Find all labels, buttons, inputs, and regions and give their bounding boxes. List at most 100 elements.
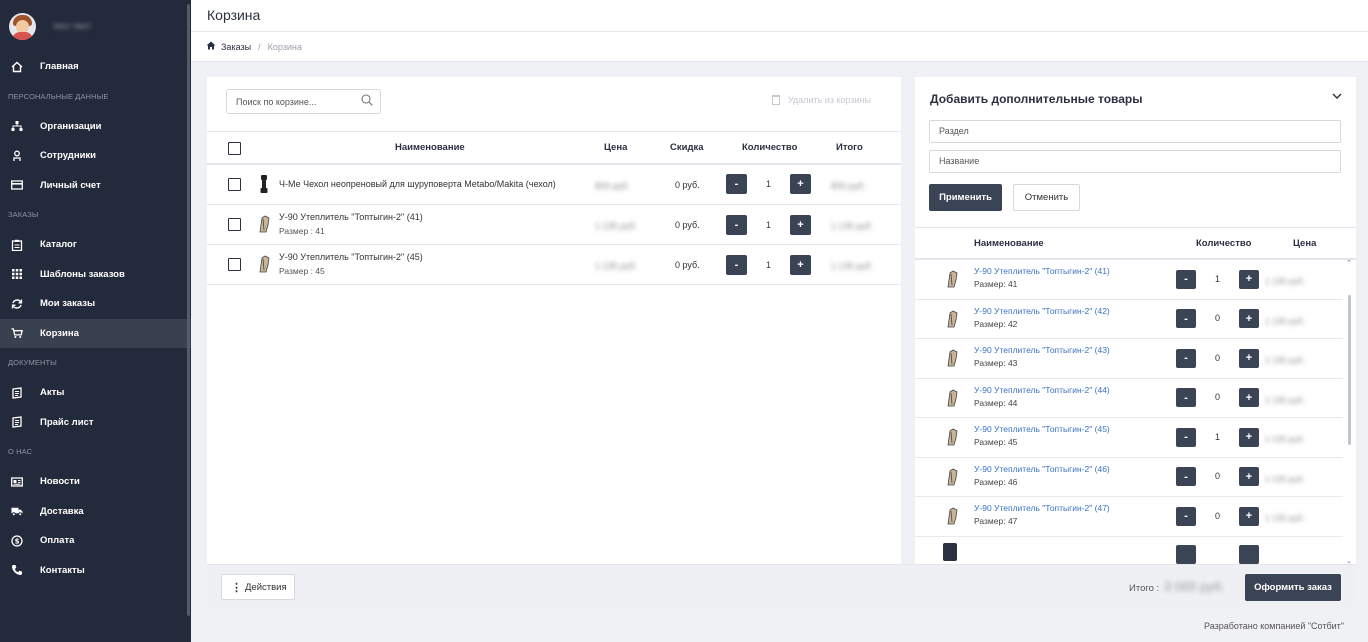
sidebar-item-home[interactable]: Главная <box>0 52 191 82</box>
checkout-button[interactable]: Оформить заказ <box>1245 574 1341 601</box>
extra-list-scrollbar[interactable]: ⌃ ⌄ <box>1346 260 1352 565</box>
product-link[interactable]: У-90 Утеплитель "Топтыгин-2" (41) <box>974 266 1110 276</box>
quantity-input[interactable]: 0 <box>1196 388 1239 407</box>
increase-button[interactable]: + <box>790 215 811 235</box>
refresh-icon <box>11 298 23 310</box>
chevron-down-icon[interactable] <box>1332 91 1342 101</box>
decrease-button[interactable]: - <box>1176 388 1196 407</box>
increase-button[interactable]: + <box>1239 467 1259 486</box>
product-thumbnail[interactable] <box>257 215 271 233</box>
increase-button[interactable]: + <box>790 174 811 194</box>
developer-credit[interactable]: Разработано компанией "Сотбит" <box>1204 621 1344 631</box>
product-link[interactable]: У-90 Утеплитель "Топтыгин-2" (43) <box>974 345 1110 355</box>
sidebar-item-account[interactable]: Личный счет <box>0 171 191 201</box>
row-checkbox[interactable] <box>228 178 241 191</box>
sidebar-item-pricelist[interactable]: Прайс лист <box>0 408 191 438</box>
quantity-input[interactable]: 0 <box>1196 467 1239 486</box>
sidebar-item-delivery[interactable]: Доставка <box>0 497 191 527</box>
product-total: 800 руб. <box>831 181 866 191</box>
sidebar-item-acts[interactable]: Акты <box>0 378 191 408</box>
sidebar-item-contacts[interactable]: Контакты <box>0 556 191 586</box>
increase-button[interactable]: + <box>1239 309 1259 328</box>
product-link[interactable]: У-90 Утеплитель "Топтыгин-2" (46) <box>974 464 1110 474</box>
increase-button[interactable]: + <box>1239 506 1259 526</box>
quantity-input[interactable]: 1 <box>1196 427 1239 447</box>
sidebar-item-catalog[interactable]: Каталог <box>0 230 191 260</box>
quantity-stepper <box>1176 545 1259 564</box>
product-name[interactable]: Ч-Ме Чехол неопреновый для шуруповерта M… <box>279 179 556 189</box>
product-name[interactable]: У-90 Утеплитель "Топтыгин-2" (41) <box>279 212 423 222</box>
product-link[interactable]: У-90 Утеплитель "Топтыгин-2" (42) <box>974 306 1110 316</box>
col-name: Наименование <box>974 238 1044 249</box>
product-link[interactable]: У-90 Утеплитель "Топтыгин-2" (44) <box>974 385 1110 395</box>
increase-button[interactable]: + <box>1239 427 1259 447</box>
sidebar-item-payment[interactable]: $ Оплата <box>0 526 191 556</box>
sidebar-item-my-orders[interactable]: Мои заказы <box>0 289 191 319</box>
actions-label: Действия <box>245 581 287 593</box>
sidebar-item-templates[interactable]: Шаблоны заказов <box>0 260 191 290</box>
quantity-input[interactable]: 0 <box>1196 309 1239 328</box>
product-thumbnail[interactable] <box>257 175 271 193</box>
quantity-input[interactable]: 1 <box>1196 269 1239 289</box>
sidebar-item-label: Мои заказы <box>40 298 96 310</box>
decrease-button[interactable]: - <box>1176 309 1196 328</box>
list-item: У-90 Утеплитель "Топтыгин-2" (45) Размер… <box>915 418 1343 458</box>
quantity-input[interactable]: 1 <box>747 215 790 235</box>
sidebar-item-label: Контакты <box>40 564 85 576</box>
sidebar-item-employees[interactable]: Сотрудники <box>0 141 191 171</box>
increase-button[interactable]: + <box>1239 269 1259 289</box>
quantity-input[interactable]: 0 <box>1196 506 1239 526</box>
product-name[interactable]: У-90 Утеплитель "Топтыгин-2" (45) <box>279 252 423 262</box>
scrollbar-thumb[interactable] <box>1348 295 1351 445</box>
row-checkbox[interactable] <box>228 218 241 231</box>
decrease-button[interactable]: - <box>726 255 747 275</box>
quantity-stepper: - 0 + <box>1176 506 1259 526</box>
decrease-button[interactable]: - <box>1176 269 1196 289</box>
sidebar-item-cart[interactable]: Корзина <box>0 318 191 348</box>
product-thumbnail[interactable] <box>257 255 271 273</box>
scroll-up-icon[interactable]: ⌃ <box>1346 259 1352 267</box>
quantity-input[interactable]: 0 <box>1196 348 1239 368</box>
name-field[interactable]: Название <box>929 150 1341 173</box>
search-icon[interactable] <box>361 94 373 106</box>
decrease-button[interactable]: - <box>1176 467 1196 486</box>
quantity-input[interactable] <box>1196 545 1239 564</box>
decrease-button[interactable]: - <box>1176 427 1196 447</box>
breadcrumb: Заказы / Корзина <box>191 32 1368 62</box>
row-checkbox[interactable] <box>228 258 241 271</box>
sidebar-scrollbar[interactable] <box>187 4 190 616</box>
decrease-button[interactable]: - <box>1176 348 1196 368</box>
decrease-button[interactable] <box>1176 545 1196 564</box>
product-price: 1 135 руб. <box>595 261 638 271</box>
quantity-input[interactable]: 1 <box>747 255 790 275</box>
home-icon[interactable] <box>206 41 216 53</box>
select-all-checkbox[interactable] <box>228 142 241 155</box>
increase-button[interactable]: + <box>790 255 811 275</box>
page-header: Корзина <box>191 0 1368 32</box>
quantity-input[interactable]: 1 <box>747 174 790 194</box>
decrease-button[interactable]: - <box>726 174 747 194</box>
breadcrumb-orders-link[interactable]: Заказы <box>221 42 251 52</box>
decrease-button[interactable]: - <box>1176 506 1196 526</box>
section-field[interactable]: Раздел <box>929 120 1341 143</box>
product-link[interactable]: У-90 Утеплитель "Топтыгин-2" (45) <box>974 424 1110 434</box>
product-link[interactable]: У-90 Утеплитель "Топтыгин-2" (47) <box>974 503 1110 513</box>
grid-icon <box>11 268 23 280</box>
cart-search-input[interactable] <box>227 90 352 113</box>
credit-card-icon <box>11 179 23 191</box>
actions-button[interactable]: ⋮ Действия <box>221 574 295 600</box>
increase-button[interactable]: + <box>1239 348 1259 368</box>
cart-footer: ⋮ Действия Итого : 3 065 руб. Оформить з… <box>207 564 1356 607</box>
increase-button[interactable]: + <box>1239 388 1259 407</box>
sidebar-item-orgs[interactable]: Организации <box>0 112 191 142</box>
svg-text:$: $ <box>15 537 20 545</box>
username: тест тест <box>53 21 91 31</box>
delete-from-cart-button[interactable]: Удалить из корзины <box>771 95 871 105</box>
user-block[interactable]: тест тест <box>0 0 191 52</box>
increase-button[interactable] <box>1239 545 1259 564</box>
cancel-button[interactable]: Отменить <box>1013 184 1080 211</box>
decrease-button[interactable]: - <box>726 215 747 235</box>
list-item-partial <box>915 537 1343 564</box>
apply-button[interactable]: Применить <box>929 184 1002 211</box>
sidebar-item-news[interactable]: Новости <box>0 467 191 497</box>
